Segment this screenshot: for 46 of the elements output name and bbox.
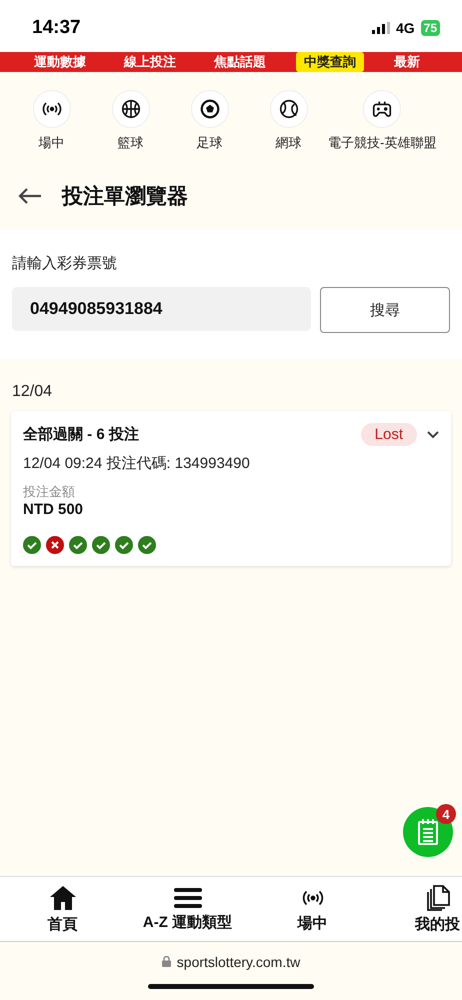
count-badge: 4 — [436, 804, 456, 824]
amount-value: NTD 500 — [23, 501, 84, 518]
basketball-icon — [120, 98, 142, 120]
sport-button[interactable] — [190, 90, 228, 128]
top-menu-item[interactable]: 線上投注 — [116, 52, 184, 72]
lock-icon — [162, 956, 171, 967]
menu-icon — [174, 886, 202, 908]
nav-tab[interactable]: 場中 — [250, 877, 375, 941]
status-badge: Lost — [360, 423, 417, 446]
documents-icon — [426, 884, 450, 910]
url-text: sportslottery.com.tw — [162, 954, 300, 970]
ticket-number-label: 請輸入彩券票號 — [12, 254, 118, 273]
date-heading: 12/04 — [11, 382, 54, 402]
nav-tab[interactable]: A-Z 運動類型 — [125, 877, 250, 941]
amount-label: 投注金額 — [23, 483, 76, 501]
search-button[interactable]: 搜尋 — [320, 287, 450, 333]
page-title: 投注單瀏覽器 — [62, 184, 188, 210]
top-menu-item[interactable]: 最新 — [386, 52, 428, 72]
top-menu-item[interactable]: 運動數據 — [26, 52, 94, 72]
ticket-number-field[interactable]: 04949085931884 — [12, 287, 311, 331]
soccer-ball-icon — [198, 98, 220, 120]
sport-button[interactable] — [32, 90, 70, 128]
battery-level: 75 — [420, 20, 440, 36]
sport-button[interactable] — [363, 90, 402, 128]
chevron-down-icon[interactable] — [427, 430, 439, 438]
nav-tab[interactable]: 我的投 — [375, 877, 462, 941]
tennis-ball-icon — [278, 98, 300, 120]
sport-button[interactable] — [112, 90, 150, 128]
signal-icon — [372, 22, 390, 34]
top-menu-item[interactable]: 焦點話題 — [206, 52, 274, 72]
network-label: 4G — [396, 20, 415, 36]
back-arrow-icon[interactable] — [18, 188, 42, 204]
sport-label: 足球 — [196, 134, 222, 152]
bet-details: 12/04 09:24 投注代碼: 134993490 — [23, 454, 251, 473]
sport-label: 網球 — [276, 134, 302, 152]
sport-button[interactable] — [270, 90, 308, 128]
notepad-icon — [417, 818, 439, 846]
top-menu-item[interactable]: 中獎查詢 — [296, 52, 364, 72]
sport-label: 場中 — [38, 134, 64, 152]
status-time: 14:37 — [32, 17, 81, 39]
sport-label: 電子競技-英雄聯盟 — [328, 134, 436, 152]
home-icon — [48, 884, 76, 910]
nav-tab[interactable]: 首頁 — [0, 877, 125, 941]
sport-label: 籃球 — [118, 134, 144, 152]
bet-title: 全部過關 - 6 投注 — [23, 425, 140, 444]
bet-slip-button[interactable]: 4 — [403, 807, 453, 857]
